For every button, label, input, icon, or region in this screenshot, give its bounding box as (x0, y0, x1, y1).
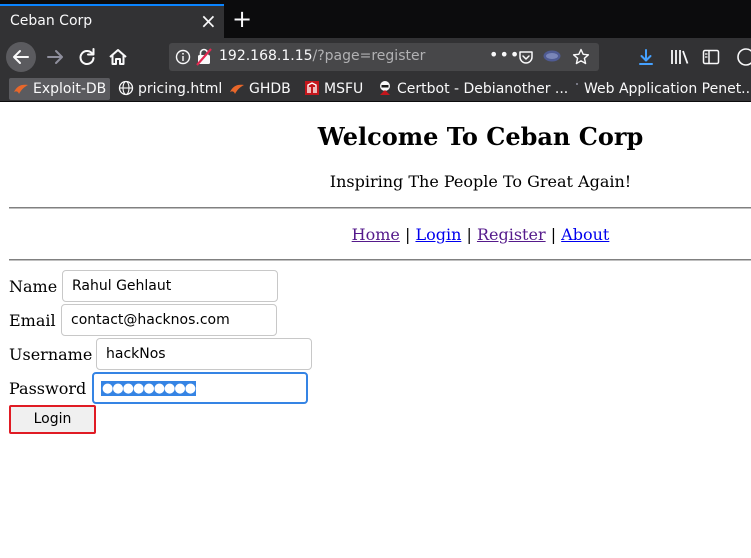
ghdb-icon (230, 84, 244, 94)
address-bar[interactable]: 192.168.1.15/?page=register ••• (169, 43, 599, 71)
name-field[interactable]: Rahul Gehlaut (62, 270, 278, 302)
php-extension-icon[interactable] (543, 50, 561, 62)
back-button[interactable] (6, 42, 36, 72)
nav-link-login[interactable]: Login (415, 225, 461, 244)
download-icon[interactable] (637, 48, 655, 66)
password-label: Password (9, 379, 87, 398)
url-text[interactable]: 192.168.1.15/?page=register (219, 48, 425, 64)
insecure-lock-icon[interactable] (196, 48, 212, 66)
nav-separator: | (466, 225, 472, 244)
page-title: Welcome To Ceban Corp (317, 122, 644, 151)
home-button[interactable] (103, 42, 133, 72)
web-page: Welcome To Ceban Corp Inspiring The Peop… (0, 103, 751, 558)
tab-close-icon[interactable]: × (200, 9, 217, 33)
forward-button[interactable] (40, 42, 70, 72)
bookmark-certbot[interactable]: Certbot - Debianother ... (377, 78, 568, 100)
home-icon (109, 49, 127, 65)
navigation-toolbar: 192.168.1.15/?page=register ••• (0, 38, 751, 76)
nav-link-register[interactable]: Register (477, 225, 546, 244)
nav-separator: | (550, 225, 557, 244)
url-path: /?page=register (312, 48, 426, 64)
pocket-icon[interactable] (518, 49, 534, 65)
site-nav: Home | Login | Register | About (210, 225, 751, 244)
bookmark-label: Web Application Penet... (584, 81, 751, 97)
reload-icon (79, 48, 95, 65)
bookmark-label: MSFU (324, 81, 364, 97)
bookmark-exploit-db[interactable]: Exploit-DB (9, 78, 111, 100)
email-label: Email (9, 311, 56, 330)
dot-icon (576, 83, 578, 85)
firefox-account-icon[interactable] (736, 47, 751, 67)
page-subtitle: Inspiring The People To Great Again! (329, 172, 632, 191)
password-field[interactable]: ●●●●●●●●● (92, 372, 308, 404)
bookmarks-toolbar: Exploit-DB pricing.html GHDB MSFU Certbo… (0, 76, 751, 102)
url-host: 192.168.1.15 (219, 48, 313, 64)
bookmark-star-icon[interactable] (572, 48, 590, 66)
new-tab-icon[interactable]: + (230, 6, 254, 32)
nav-link-about[interactable]: About (561, 225, 609, 244)
username-field[interactable]: hackNos (96, 338, 312, 370)
bookmark-label: Exploit-DB (33, 81, 107, 97)
email-field[interactable]: contact@hacknos.com (61, 304, 277, 336)
forward-arrow-icon (47, 50, 63, 64)
nav-separator: | (404, 225, 411, 244)
msfu-icon (305, 81, 319, 95)
tab-bar: Ceban Corp × + (0, 0, 751, 38)
bookmark-label: GHDB (249, 81, 291, 97)
login-submit-button[interactable]: Login (9, 405, 96, 434)
nav-link-home[interactable]: Home (352, 225, 400, 244)
bookmark-msfu[interactable]: MSFU (304, 78, 363, 100)
password-masked-value: ●●●●●●●●● (101, 381, 196, 396)
exploitdb-icon (14, 84, 28, 94)
library-icon[interactable] (670, 48, 690, 66)
back-arrow-icon (13, 50, 29, 64)
page-actions-more-icon[interactable]: ••• (489, 45, 520, 64)
bookmark-web-app-pentest[interactable]: Web Application Penet... (574, 78, 751, 100)
username-label: Username (9, 345, 93, 364)
sidebar-icon[interactable] (702, 48, 720, 66)
divider (9, 207, 751, 209)
divider (9, 259, 751, 261)
reload-button[interactable] (72, 42, 102, 72)
name-label: Name (9, 277, 58, 296)
certbot-icon (380, 81, 390, 95)
tab-title: Ceban Corp (10, 13, 93, 29)
info-icon[interactable] (175, 49, 191, 65)
bookmark-label: pricing.html (138, 81, 223, 97)
bookmark-pricing[interactable]: pricing.html (118, 78, 222, 100)
globe-icon (118, 80, 134, 96)
bookmark-label: Certbot - Debianother ... (397, 81, 569, 97)
active-tab[interactable]: Ceban Corp × (0, 4, 224, 38)
bookmark-ghdb[interactable]: GHDB (229, 78, 291, 100)
